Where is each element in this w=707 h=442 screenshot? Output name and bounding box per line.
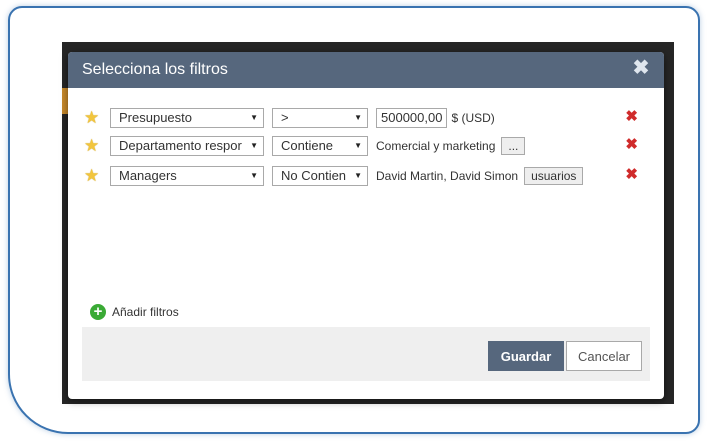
field-select[interactable]: Presupuesto ▼ <box>110 108 264 128</box>
chevron-down-icon: ▼ <box>250 171 258 180</box>
remove-filter-icon[interactable]: ✖ <box>625 137 638 153</box>
modal-title: Selecciona los filtros <box>82 61 228 78</box>
operator-select-value: No Contien <box>281 168 347 183</box>
chevron-down-icon: ▼ <box>250 141 258 150</box>
plus-icon: + <box>90 304 106 320</box>
users-button[interactable]: usuarios <box>524 167 584 185</box>
operator-select-value: Contiene <box>281 138 334 153</box>
chevron-down-icon: ▼ <box>354 113 362 122</box>
value-input[interactable]: 500000,00 <box>376 108 448 128</box>
operator-select[interactable]: Contiene ▼ <box>272 136 368 156</box>
modal-header: Selecciona los filtros ✖ <box>68 52 664 88</box>
field-select-value: Departamento respor <box>119 138 242 153</box>
field-select-value: Presupuesto <box>119 110 192 125</box>
field-select[interactable]: Managers ▼ <box>110 166 264 186</box>
filter-row: ★ Departamento respor ▼ Contiene ▼ Comer… <box>84 135 648 157</box>
modal-footer: Guardar Cancelar <box>82 327 650 381</box>
operator-select[interactable]: No Contien ▼ <box>272 166 368 186</box>
add-filters-label: Añadir filtros <box>112 305 179 319</box>
remove-filter-icon[interactable]: ✖ <box>625 167 638 183</box>
value-text: David Martin, David Simon <box>376 169 519 183</box>
value-text: Comercial y marketing <box>376 139 496 153</box>
operator-select-value: > <box>281 110 289 125</box>
star-icon[interactable]: ★ <box>84 167 100 184</box>
operator-select[interactable]: > ▼ <box>272 108 368 128</box>
cancel-button[interactable]: Cancelar <box>566 341 642 371</box>
star-icon[interactable]: ★ <box>84 137 100 154</box>
add-filters-link[interactable]: + Añadir filtros <box>90 304 179 320</box>
chevron-down-icon: ▼ <box>354 141 362 150</box>
remove-filter-icon[interactable]: ✖ <box>625 109 638 125</box>
star-icon[interactable]: ★ <box>84 109 100 126</box>
field-select-value: Managers <box>119 168 177 183</box>
chevron-down-icon: ▼ <box>354 171 362 180</box>
browse-button[interactable]: ... <box>501 137 526 155</box>
close-icon[interactable]: ✖ <box>632 58 650 78</box>
filter-row: ★ Managers ▼ No Contien ▼ David Martin, … <box>84 165 648 187</box>
save-button[interactable]: Guardar <box>488 341 564 371</box>
filter-modal: Selecciona los filtros ✖ ★ Presupuesto ▼… <box>68 52 664 399</box>
field-select[interactable]: Departamento respor ▼ <box>110 136 264 156</box>
filter-row: ★ Presupuesto ▼ > ▼ 500000,00 $ (USD) ✖ <box>84 107 648 129</box>
chevron-down-icon: ▼ <box>250 113 258 122</box>
value-unit: $ (USD) <box>451 111 495 125</box>
